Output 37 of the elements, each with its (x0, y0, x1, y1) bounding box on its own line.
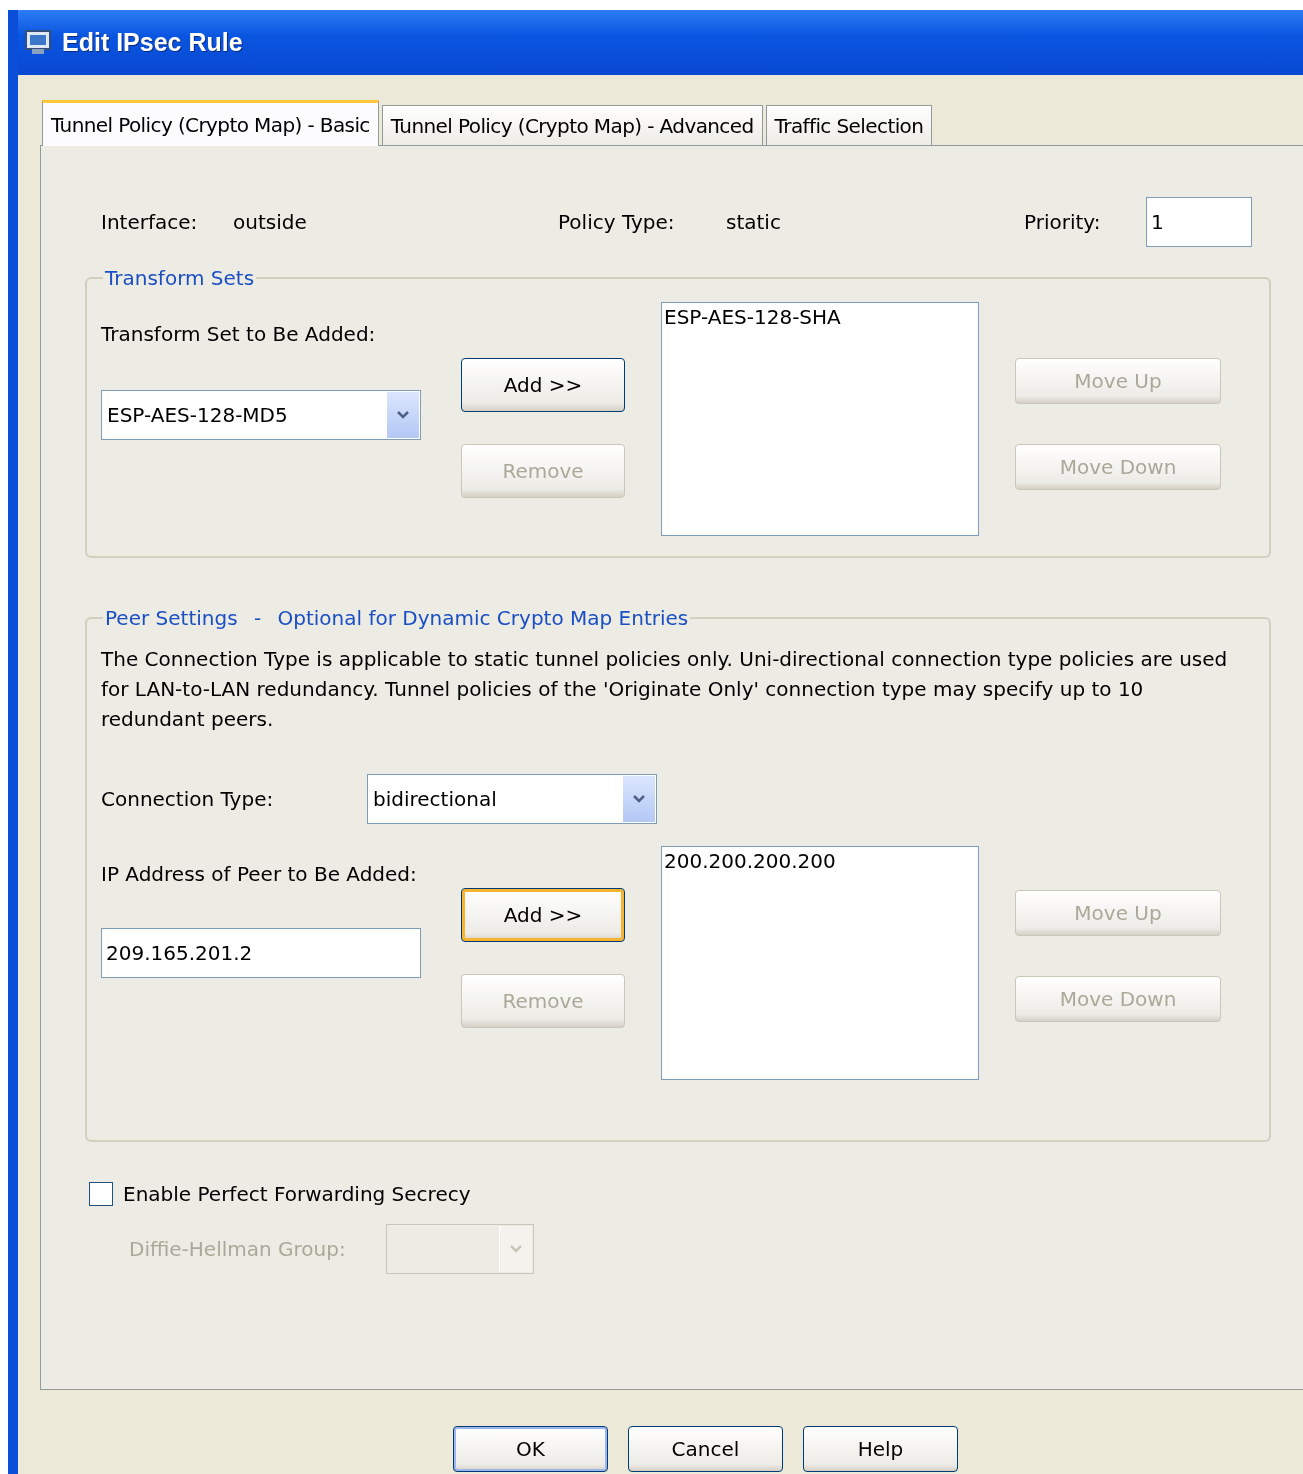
field-value: outside (233, 210, 308, 234)
chevron-down-icon (622, 776, 655, 822)
dropdown[interactable]: ESP-AES-128-MD5 (101, 390, 421, 440)
dialog-button[interactable]: OK (453, 1426, 608, 1472)
ip-address-field[interactable]: 209.165.201.2 (101, 928, 421, 978)
list-box[interactable]: 200.200.200.200 (661, 846, 979, 1080)
add-button[interactable]: Add >> (461, 358, 625, 412)
list-item[interactable]: ESP-AES-128-SHA (664, 305, 976, 329)
list-box[interactable]: ESP-AES-128-SHA (661, 302, 979, 536)
priority-field[interactable]: 1 (1146, 197, 1252, 247)
checkbox[interactable] (89, 1182, 113, 1206)
field-label: Policy Type: (558, 210, 676, 234)
field-label: Priority: (1024, 210, 1102, 234)
monitor-icon (24, 28, 54, 57)
group-subtitle: Optional for Dynamic Crypto Map Entries (277, 606, 689, 630)
field-label: Connection Type: (101, 787, 275, 811)
list-item[interactable]: 200.200.200.200 (664, 849, 976, 873)
field-label: IP Address of Peer to Be Added: (101, 862, 418, 886)
add-button[interactable]: Add >> (461, 888, 625, 942)
checkbox-label: Enable Perfect Forwarding Secrecy (123, 1182, 471, 1206)
dialog-button[interactable]: Help (803, 1426, 958, 1472)
chevron-down-icon (498, 1226, 532, 1272)
tab[interactable]: Traffic Selection (765, 105, 933, 145)
tab[interactable]: Tunnel Policy (Crypto Map) - Advanced (381, 105, 763, 145)
chevron-down-icon (386, 392, 419, 438)
window-title: Edit IPsec Rule (62, 28, 243, 57)
field-label: Transform Set to Be Added: (101, 322, 377, 346)
group-title: Transform Sets (104, 266, 256, 290)
separator-text: - (253, 606, 262, 630)
field-label: Interface: (101, 210, 199, 234)
field-value: static (726, 210, 782, 234)
field-label: Diffie-Hellman Group: (129, 1237, 346, 1261)
dialog-button[interactable]: Cancel (628, 1426, 783, 1472)
tab[interactable]: Tunnel Policy (Crypto Map) - Basic (42, 100, 379, 146)
dropdown[interactable]: bidirectional (367, 774, 657, 824)
description-text: The Connection Type is applicable to static tunnel policies only. Uni-directional connection type policies are used for LAN-to-LAN redundancy. Tunnel policies of the 'Originate Only' connection type may specify up to 10 redundant peers. (101, 646, 1229, 733)
group-title: Peer Settings (105, 606, 238, 630)
